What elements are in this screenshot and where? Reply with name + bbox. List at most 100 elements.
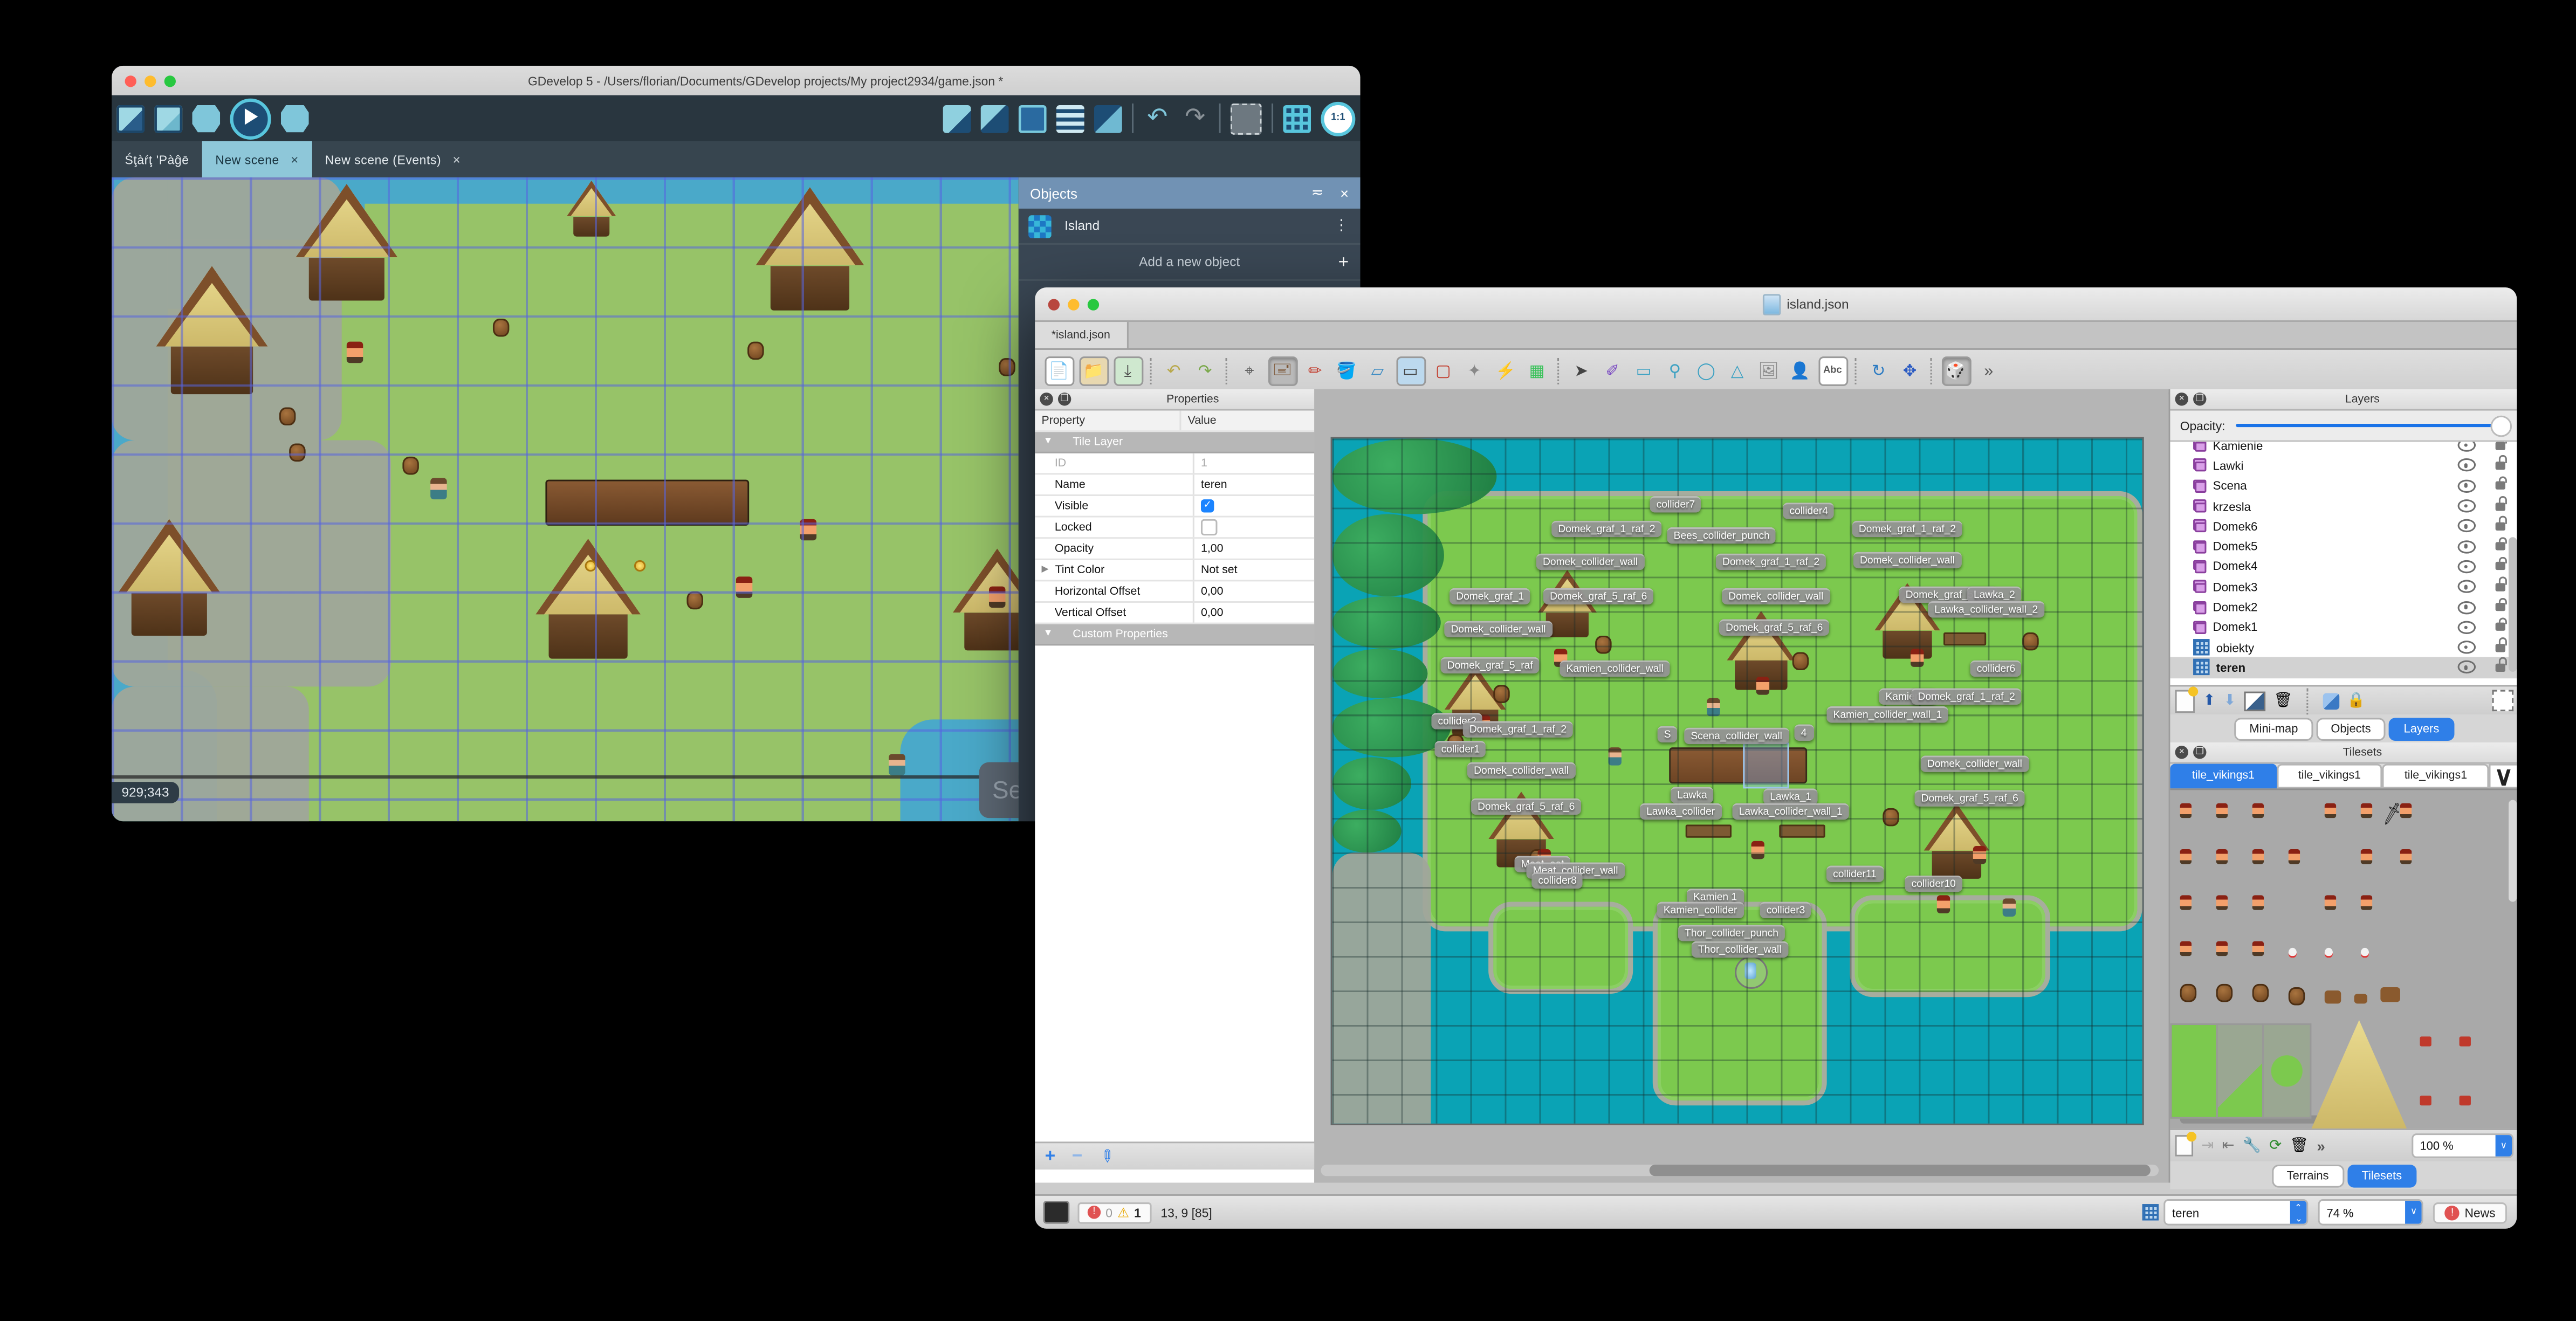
panel-float-icon[interactable]: ❐ xyxy=(1057,393,1071,406)
add-new-object-button[interactable]: Add a new object + xyxy=(1018,245,1361,281)
rotate-icon[interactable]: ↻ xyxy=(1865,358,1892,384)
visible-checkbox[interactable]: ✓ xyxy=(1200,499,1214,513)
current-layer-combo[interactable]: teren ⌃ ⌃ xyxy=(2163,1199,2309,1226)
object-groups-icon[interactable] xyxy=(980,104,1009,133)
tileset-red-sprite[interactable] xyxy=(2420,1036,2431,1047)
map-object-label[interactable]: Domek_graf_1_raf_2 xyxy=(1852,520,1963,538)
panel-float-icon[interactable]: ❐ xyxy=(2193,393,2207,406)
map-object-label[interactable]: collider7 xyxy=(1650,496,1702,513)
map-object-label[interactable]: Domek_graf_1 xyxy=(1450,588,1531,605)
object-list-item-island[interactable]: Island ⋮ xyxy=(1018,209,1361,245)
map-object-label[interactable]: collider8 xyxy=(1531,872,1583,889)
tileset-debris-sprite[interactable] xyxy=(2354,994,2368,1004)
tileset-viking-sprite[interactable] xyxy=(2252,849,2264,864)
map-object-label[interactable]: Domek_graf_5_raf_6 xyxy=(1914,790,2025,807)
layer-row-krzesla[interactable]: krzesla xyxy=(2170,496,2517,517)
map-object-label[interactable]: collider3 xyxy=(1760,902,1812,918)
bottom-tab-tilesets[interactable]: Tilesets xyxy=(2347,1164,2417,1187)
map-view[interactable]: collider7 collider4 Domek_graf_1_raf_2 Bees… xyxy=(1314,389,2169,1183)
map-object-label[interactable]: Domek_graf_5_raf_6 xyxy=(1471,798,1582,815)
tileset-viking-sprite[interactable] xyxy=(2252,803,2264,818)
remove-tileset-icon[interactable]: 🗑 xyxy=(2290,1137,2309,1155)
map-object-label[interactable]: Thor_collider_wall xyxy=(1691,941,1788,958)
tileset-barrel-sprite[interactable] xyxy=(2216,983,2233,1002)
layer-row-obiekty[interactable]: obiekty xyxy=(2170,637,2517,658)
minimize-traffic-light[interactable] xyxy=(145,74,156,86)
property-group-tile-layer[interactable]: ▼ Tile Layer xyxy=(1035,432,1315,453)
overflow-icon[interactable]: » xyxy=(1975,358,2002,384)
layer-lock-icon[interactable] xyxy=(2495,657,2506,672)
layer-visibility-icon[interactable] xyxy=(2457,499,2475,513)
news-button[interactable]: ! News xyxy=(2433,1201,2507,1223)
insert-rectangle-icon[interactable]: ▭ xyxy=(1631,358,1657,384)
tileset-tab-0[interactable]: tile_vikings1 xyxy=(2170,763,2277,789)
layer-row-domek6[interactable]: Domek6 xyxy=(2170,516,2517,536)
panel-close-icon[interactable]: × xyxy=(2175,746,2188,759)
remove-property-icon[interactable]: − xyxy=(1072,1146,1083,1166)
layers-scrollbar[interactable] xyxy=(2509,537,2517,672)
tileset-viking-sprite[interactable] xyxy=(2180,803,2192,818)
close-traffic-light[interactable] xyxy=(1048,298,1060,310)
map-object-label[interactable]: Lawka_1 xyxy=(1763,788,1818,805)
tileset-chicken-sprite[interactable] xyxy=(2288,947,2297,958)
map-object-label[interactable]: Domek_graf_5_raf xyxy=(1440,657,1540,674)
bottom-tab-terrains[interactable]: Terrains xyxy=(2272,1164,2344,1187)
shape-fill-icon[interactable]: ▱ xyxy=(1364,358,1391,384)
layer-row-domek1[interactable]: Domek1 xyxy=(2170,617,2517,637)
highlight-current-layer-icon[interactable] xyxy=(2492,690,2514,712)
scene-edit-icon[interactable] xyxy=(1018,104,1047,133)
map-object-label[interactable]: Kamien_collider_wall_1 xyxy=(1826,706,1949,723)
edit-polygons-icon[interactable]: ✐ xyxy=(1599,358,1626,384)
undo-icon[interactable]: ↶ xyxy=(1160,358,1187,384)
redo-icon[interactable]: ↷ xyxy=(1181,104,1209,132)
layer-row-scena[interactable]: Scena xyxy=(2170,476,2517,496)
document-tab[interactable]: *island.json xyxy=(1035,322,1129,348)
panel-close-icon[interactable]: × xyxy=(2175,393,2188,406)
map-object-label[interactable]: Kamien_collider_wall xyxy=(1560,660,1671,677)
property-row-name[interactable]: Name teren xyxy=(1035,474,1315,497)
tab-new-scene[interactable]: New scene × xyxy=(202,141,312,178)
issues-counter[interactable]: ! 0 ⚠ 1 xyxy=(1077,1201,1151,1223)
layer-lock-icon[interactable] xyxy=(2495,617,2506,631)
kebab-menu-icon[interactable]: ⋮ xyxy=(1334,217,1349,235)
tileset-stone-grass-tile[interactable] xyxy=(2262,1023,2312,1119)
debug-icon[interactable] xyxy=(192,104,221,133)
insert-polygon-icon[interactable]: △ xyxy=(1724,358,1750,384)
layer-visibility-icon[interactable] xyxy=(2457,660,2475,675)
tileset-viking-sprite[interactable] xyxy=(2216,895,2228,910)
map-object-label[interactable]: S xyxy=(1657,726,1678,743)
map-object-label[interactable]: Lawka xyxy=(1670,787,1714,803)
zoom-traffic-light[interactable] xyxy=(1087,298,1100,310)
map-object-label[interactable]: collider4 xyxy=(1783,503,1835,519)
map-object-label[interactable]: Domek_collider_wall xyxy=(1467,762,1576,779)
layer-lock-icon[interactable] xyxy=(2495,536,2506,551)
select-objects-icon[interactable]: ➤ xyxy=(1568,358,1595,384)
bucket-fill-icon[interactable]: 🪣 xyxy=(1333,358,1359,384)
map-object-label[interactable]: Lawka_collider xyxy=(1639,803,1722,820)
objects-editor-icon[interactable] xyxy=(943,104,971,133)
property-row-tint-color[interactable]: ▶ Tint Color Not set xyxy=(1035,560,1315,582)
tileset-barrel-sprite[interactable] xyxy=(2252,983,2269,1002)
opacity-slider[interactable] xyxy=(2235,416,2512,438)
map-object-label[interactable]: Domek_graf_1_raf_2 xyxy=(1715,553,1826,570)
rect-select-icon[interactable]: ▢ xyxy=(1430,358,1457,384)
map-object-label[interactable]: Domek_graf_5_raf_6 xyxy=(1543,588,1654,605)
layer-lock-icon[interactable] xyxy=(2495,576,2506,591)
layer-visibility-icon[interactable] xyxy=(2457,600,2475,614)
stamp-brush-icon[interactable]: 🖃 xyxy=(1267,356,1297,386)
tileset-viking-sprite[interactable] xyxy=(2360,849,2373,864)
save-file-icon[interactable]: ⤓ xyxy=(1113,356,1143,386)
toolbar-overflow-icon[interactable]: » xyxy=(2317,1138,2325,1154)
layer-visibility-icon[interactable] xyxy=(2457,560,2475,573)
magic-wand-icon[interactable]: ✦ xyxy=(1461,358,1488,384)
map-object-label[interactable]: Domek_collider_wall xyxy=(1920,755,2029,772)
tileset-zoom-combo[interactable]: 100 % ∨ xyxy=(2412,1133,2514,1158)
terrain-brush-icon[interactable]: ✏ xyxy=(1302,358,1328,384)
map-object-label[interactable]: 4 xyxy=(1794,724,1813,741)
property-row-horizontal-offset[interactable]: Horizontal Offset 0,00 xyxy=(1035,581,1315,603)
tileset-viking-sprite[interactable] xyxy=(2400,849,2412,864)
tab-close-icon[interactable]: × xyxy=(453,152,461,167)
tileset-viking-sprite[interactable] xyxy=(2180,849,2192,864)
remove-layer-icon[interactable]: 🗑 xyxy=(2274,692,2293,710)
layer-lock-icon[interactable] xyxy=(2495,637,2506,652)
